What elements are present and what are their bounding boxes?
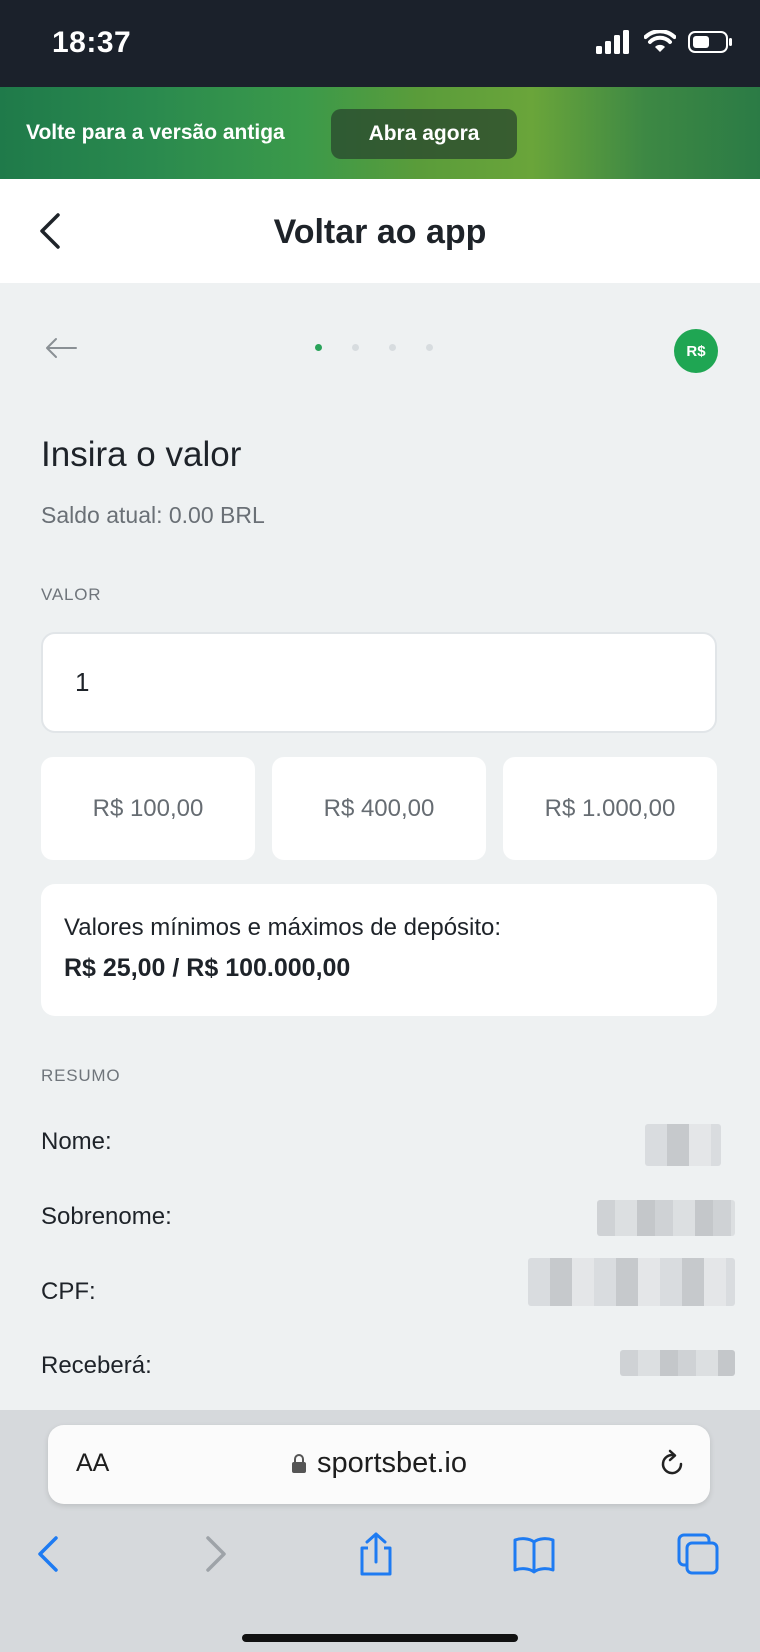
bookmarks-icon[interactable] xyxy=(512,1532,556,1576)
browser-toolbar: AA sportsbet.io xyxy=(0,1410,760,1652)
summary-label-sobrenome: Sobrenome: xyxy=(41,1203,172,1230)
preset-400-button[interactable]: R$ 400,00 xyxy=(272,757,486,860)
summary-label-cpf: CPF: xyxy=(41,1278,96,1305)
promo-banner: Volte para a versão antiga Abra agora xyxy=(0,87,760,179)
home-indicator xyxy=(242,1634,518,1642)
browser-back-icon[interactable] xyxy=(28,1532,72,1576)
wifi-icon xyxy=(644,30,676,52)
open-old-version-button[interactable]: Abra agora xyxy=(331,109,517,159)
browser-forward-icon[interactable] xyxy=(192,1532,236,1576)
url-display[interactable]: sportsbet.io xyxy=(48,1447,710,1480)
tabs-icon[interactable] xyxy=(676,1532,720,1576)
reload-icon[interactable] xyxy=(656,1447,688,1481)
status-time: 18:37 xyxy=(52,26,132,59)
promo-text: Volte para a versão antiga xyxy=(26,121,285,144)
share-icon[interactable] xyxy=(354,1532,398,1576)
lock-icon xyxy=(292,1454,307,1473)
summary-title: RESUMO xyxy=(41,1066,121,1085)
signal-icon xyxy=(596,30,629,54)
url-text: sportsbet.io xyxy=(317,1447,467,1479)
step-dot xyxy=(389,344,396,351)
redacted-value xyxy=(528,1258,735,1306)
arrow-left-icon[interactable] xyxy=(44,336,78,360)
address-bar[interactable]: AA sportsbet.io xyxy=(48,1425,710,1504)
deposit-limits-card: Valores mínimos e máximos de depósito: R… xyxy=(41,884,717,1016)
summary-label-recebera: Receberá: xyxy=(41,1352,152,1379)
step-dot xyxy=(426,344,433,351)
status-icons xyxy=(596,30,734,54)
limits-label: Valores mínimos e máximos de depósito: xyxy=(64,914,502,941)
amount-label: VALOR xyxy=(41,585,102,604)
preset-100-button[interactable]: R$ 100,00 xyxy=(41,757,255,860)
step-dot xyxy=(352,344,359,351)
balance-text: Saldo atual: 0.00 BRL xyxy=(41,502,265,528)
amount-input[interactable] xyxy=(41,632,717,733)
preset-1000-button[interactable]: R$ 1.000,00 xyxy=(503,757,717,860)
redacted-value xyxy=(645,1124,721,1166)
app-header: Voltar ao app xyxy=(0,179,760,283)
step-indicator xyxy=(315,344,433,351)
page-title: Voltar ao app xyxy=(273,213,487,251)
redacted-value xyxy=(597,1200,735,1236)
summary-label-nome: Nome: xyxy=(41,1128,112,1155)
battery-icon xyxy=(688,31,732,53)
currency-badge: R$ xyxy=(674,329,718,373)
limits-value: R$ 25,00 / R$ 100.000,00 xyxy=(64,954,351,982)
section-title: Insira o valor xyxy=(41,435,242,474)
redacted-value xyxy=(620,1350,735,1376)
step-dot-active xyxy=(315,344,322,351)
status-bar: 18:37 xyxy=(0,0,760,87)
